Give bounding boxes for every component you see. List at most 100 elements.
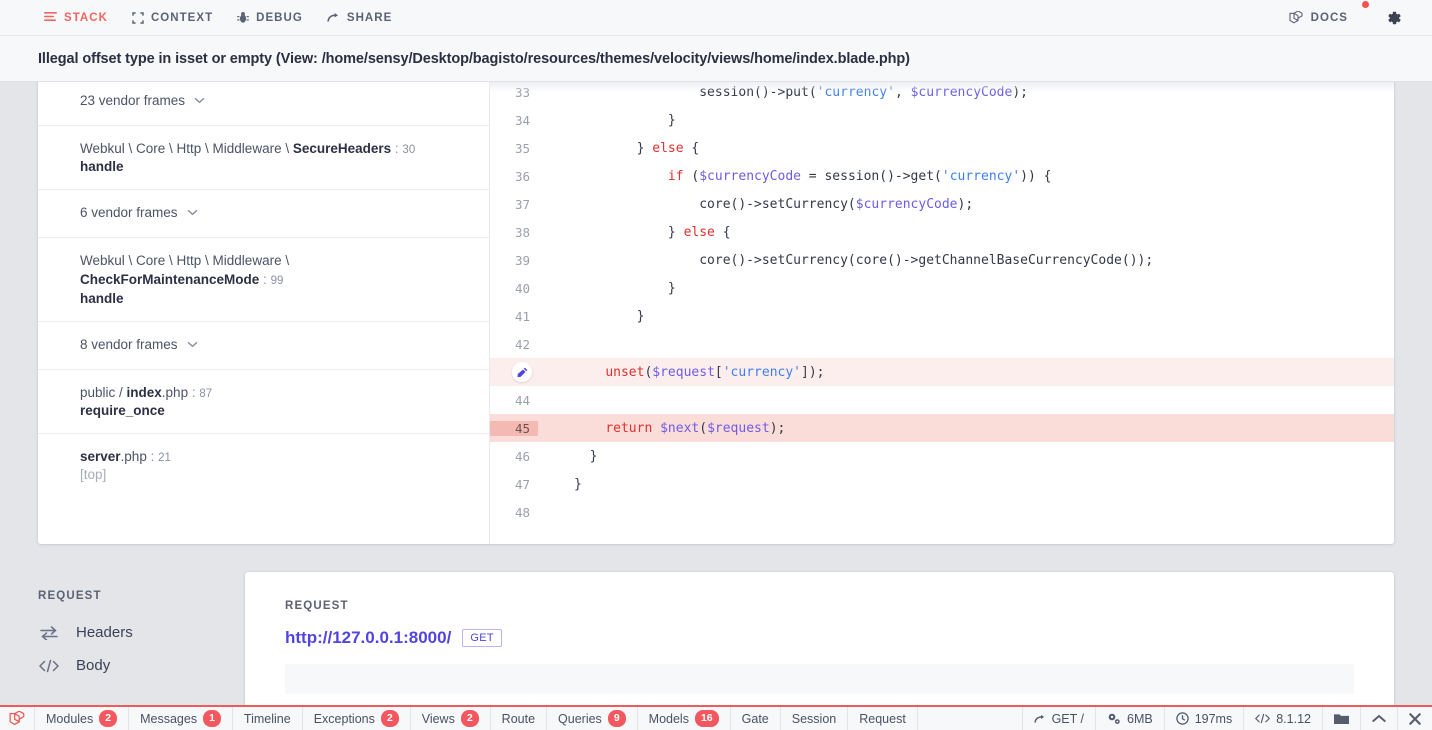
- code-line: 33 session()->put('currency', $currencyC…: [490, 78, 1394, 106]
- debugbar-tab-label: Models: [648, 711, 689, 726]
- debugbar-laravel-logo-icon[interactable]: [0, 707, 35, 730]
- request-url-link[interactable]: http://127.0.0.1:8000/: [285, 628, 451, 648]
- code-line: 34 }: [490, 106, 1394, 134]
- code-line: 39 core()->setCurrency(core()->getChanne…: [490, 246, 1394, 274]
- status-badge: 2: [99, 710, 118, 727]
- code-line-source: core()->setCurrency($currencyCode);: [574, 196, 974, 212]
- code-line: 41 }: [490, 302, 1394, 330]
- cogs-icon: [1107, 713, 1121, 725]
- error-message: Illegal offset type in isset or empty (V…: [38, 50, 910, 67]
- code-line-source: return $next($request);: [605, 420, 786, 436]
- code-line-number: 45: [490, 420, 538, 436]
- debugbar-tab-gate[interactable]: Gate: [731, 707, 781, 730]
- debugbar-tab-modules[interactable]: Modules 2: [35, 707, 130, 730]
- stack-frame-item[interactable]: server.php : 21 [top]: [38, 434, 489, 497]
- code-line-source: }: [574, 308, 645, 324]
- frame-file: SecureHeaders: [292, 141, 392, 156]
- pencil-icon[interactable]: [512, 362, 532, 382]
- request-url-row: http://127.0.0.1:8000/ GET: [285, 628, 1354, 648]
- code-line-number: 39: [514, 252, 530, 268]
- code-line: 43 unset($request['currency']);: [490, 358, 1394, 386]
- frame-namespace: public /: [80, 384, 127, 400]
- debugbar-tab-messages[interactable]: Messages 1: [129, 707, 233, 730]
- debugbar-tab-label: Gate: [741, 711, 769, 726]
- debugbar-close-button[interactable]: [1397, 707, 1432, 730]
- frame-file: index: [126, 384, 162, 400]
- frame-method: handle: [80, 290, 124, 306]
- tab-context-label: Context: [150, 11, 214, 24]
- tab-debug[interactable]: Debug: [225, 0, 315, 36]
- debugbar-open-folder-button[interactable]: [1322, 707, 1360, 730]
- vendor-frames-toggle[interactable]: 23 vendor frames: [38, 78, 489, 126]
- chevron-down-icon: [187, 341, 198, 348]
- frame-file-suffix: .php: [161, 384, 189, 400]
- frame-file-suffix: .php: [120, 449, 147, 465]
- code-line: 46 }: [490, 442, 1394, 470]
- code-line-number: 40: [514, 280, 530, 296]
- stack-frame-item[interactable]: public / index.php : 87 require_once: [38, 370, 489, 435]
- status-badge: 9: [607, 710, 626, 727]
- debugbar-tab-route[interactable]: Route: [491, 707, 548, 730]
- arrows-swap-icon: [38, 625, 60, 640]
- stack-frame-item[interactable]: Webkul \ Core \ Http \ Middleware \ Secu…: [38, 126, 489, 191]
- sidebar-item-body[interactable]: Body: [38, 649, 243, 682]
- debugbar-stat-time[interactable]: 197ms: [1163, 707, 1244, 730]
- debugbar-stat-memory-label: 6MB: [1127, 711, 1153, 726]
- tab-stack-label: Stack: [64, 11, 108, 24]
- bug-icon: [237, 11, 250, 24]
- debugbar-tab-session[interactable]: Session: [781, 707, 849, 730]
- debugbar-tab-label: Request: [859, 711, 906, 726]
- code-line-number: 41: [514, 308, 530, 324]
- frame-file: CheckForMaintenanceMode: [80, 272, 260, 288]
- debugbar-stat-phpversion-label: 8.1.12: [1276, 711, 1311, 726]
- code-line-source: core()->setCurrency(core()->getChannelBa…: [574, 252, 1154, 268]
- code-line-source: }: [574, 448, 598, 464]
- sidebar-item-headers-label: Headers: [76, 624, 133, 641]
- tab-stack[interactable]: Stack: [32, 0, 120, 36]
- tab-context[interactable]: Context: [120, 0, 225, 36]
- source-code-lines: 3233 session()->put('currency', $currenc…: [490, 78, 1394, 526]
- stack-frame-item[interactable]: Webkul \ Core \ Http \ Middleware \ Chec…: [38, 238, 489, 322]
- sidebar-item-headers[interactable]: Headers: [38, 616, 243, 649]
- code-line-source: }: [574, 280, 676, 296]
- request-card-heading: Request: [285, 600, 349, 612]
- tab-share[interactable]: Share: [315, 0, 404, 36]
- docs-button[interactable]: Docs: [1277, 0, 1369, 36]
- code-brackets-icon: [1255, 713, 1271, 724]
- code-line-source: }: [574, 476, 582, 492]
- code-line-number: 34: [514, 112, 530, 128]
- frame-method: handle: [80, 159, 124, 175]
- stack-frame-list[interactable]: 23 vendor frames Webkul \ Core \ Http \ …: [38, 78, 490, 544]
- debugbar-tab-label: Messages: [140, 711, 198, 726]
- error-headline-bar: Illegal offset type in isset or empty (V…: [0, 36, 1432, 82]
- status-badge: 1: [203, 710, 221, 727]
- debugbar-collapse-button[interactable]: [1360, 707, 1397, 730]
- vendor-frames-toggle[interactable]: 6 vendor frames: [38, 190, 489, 239]
- code-line: 37 core()->setCurrency($currencyCode);: [490, 190, 1394, 218]
- debugbar-tab-exceptions[interactable]: Exceptions 2: [303, 707, 411, 730]
- code-line: 47}: [490, 470, 1394, 498]
- request-method-badge: GET: [462, 629, 502, 647]
- debugbar-stat-memory[interactable]: 6MB: [1095, 707, 1164, 730]
- debugbar-tab-views[interactable]: Views 2: [411, 707, 491, 730]
- code-line-number: 33: [514, 84, 530, 100]
- stack-trace-card: 23 vendor frames Webkul \ Core \ Http \ …: [38, 78, 1394, 544]
- debugbar-stat-route[interactable]: GET /: [1021, 707, 1095, 730]
- vendor-frames-toggle[interactable]: 8 vendor frames: [38, 322, 489, 370]
- status-badge: 16: [694, 710, 719, 727]
- top-tab-bar: Stack Context Debug Sha: [0, 0, 1432, 36]
- topbar-right-group: Docs: [1277, 0, 1416, 36]
- debugbar-tab-models[interactable]: Models 16: [638, 707, 731, 730]
- debugbar-tab-queries[interactable]: Queries 9: [547, 707, 638, 730]
- sidebar-item-body-label: Body: [76, 657, 111, 674]
- debugbar-tab-request[interactable]: Request: [848, 707, 918, 730]
- debugbar-tab-label: Views: [421, 711, 455, 726]
- tab-share-label: Share: [346, 11, 393, 24]
- gear-icon[interactable]: [1386, 10, 1402, 26]
- debugbar-tab-timeline[interactable]: Timeline: [233, 707, 303, 730]
- debugbar-stat-phpversion[interactable]: 8.1.12: [1243, 707, 1322, 730]
- laravel-logo-icon: [1289, 10, 1304, 25]
- chevron-down-icon: [194, 97, 205, 104]
- frame-line-number: 99: [270, 275, 284, 288]
- debugbar-stat-route-label: GET /: [1051, 711, 1084, 726]
